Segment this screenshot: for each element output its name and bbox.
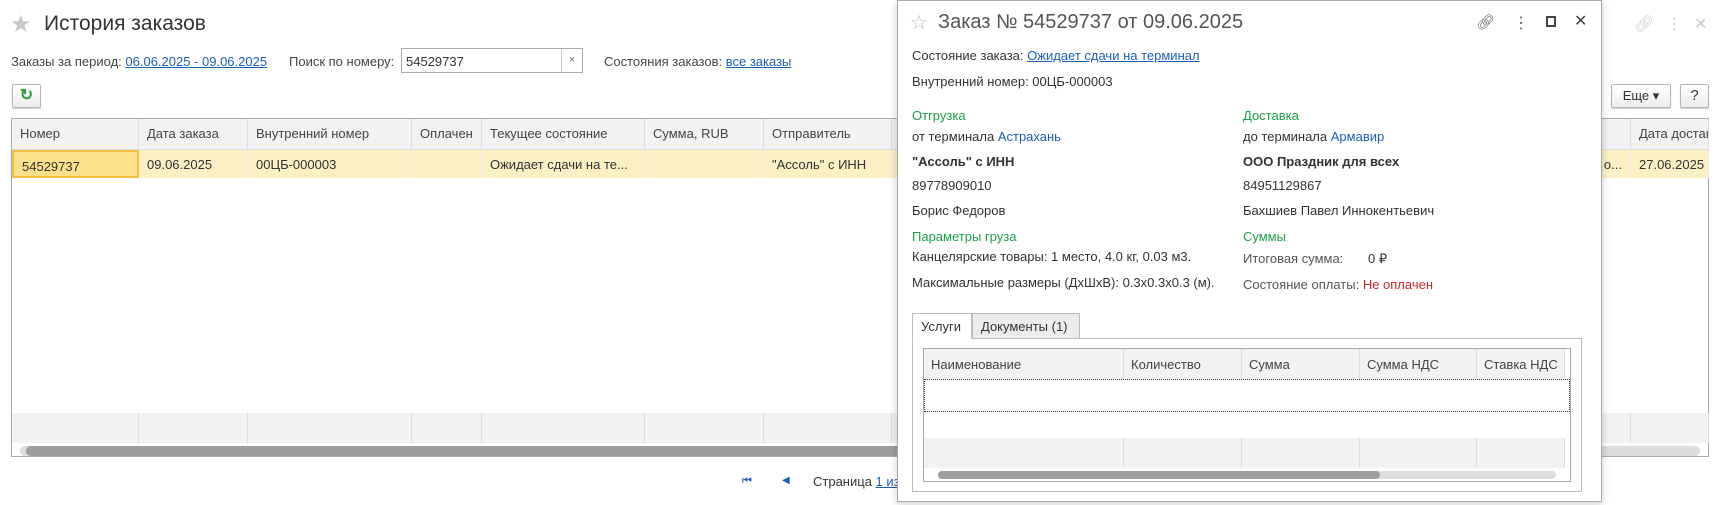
cell-state[interactable]: Ожидает сдачи на те... [482,150,645,178]
footer-cell [645,413,764,443]
column-header[interactable]: Сумма [1242,349,1360,379]
states-link[interactable]: все заказы [726,54,792,69]
cell-sum[interactable] [645,150,764,178]
services-table: Наименование Количество Сумма Сумма НДС … [923,348,1571,482]
tab-documents[interactable]: Документы (1) [972,313,1080,339]
delivery-city-link[interactable]: Армавир [1331,129,1384,144]
column-header[interactable]: Дата доставки [1631,119,1709,150]
order-state: Состояние заказа: Ожидает сдачи на терми… [912,48,1200,63]
first-page-icon[interactable]: ⏮ [742,475,752,488]
clear-icon[interactable]: × [561,49,582,72]
payment-state-value: Не оплачен [1362,277,1434,292]
period-link[interactable]: 06.06.2025 - 09.06.2025 [125,54,267,69]
footer-cell [1124,438,1242,468]
delivery-terminal: до терминала Армавир [1243,129,1385,144]
order-state-link[interactable]: Ожидает сдачи на терминал [1027,48,1199,63]
cell-date[interactable]: 09.06.2025 [139,150,248,178]
popup-title: Заказ № 54529737 от 09.06.2025 [938,11,1244,33]
cargo-heading: Параметры груза [912,229,1017,244]
more-button[interactable]: Еще ▾ [1611,84,1671,108]
cell-paid[interactable] [412,150,482,178]
footer-cell [12,413,139,443]
favorite-star-icon[interactable]: ★ [10,10,32,39]
column-header[interactable]: Отправитель [764,119,892,150]
tab-services[interactable]: Услуги [912,313,972,339]
order-popup: ☆ Заказ № 54529737 от 09.06.2025 🔗︎ ⋮ ✕ … [897,0,1602,502]
tab-panel: Наименование Количество Сумма Сумма НДС … [912,338,1582,492]
cell-number[interactable]: 54529737 [12,150,139,178]
empty-row[interactable] [924,379,1570,412]
column-header[interactable]: Ставка НДС [1477,349,1565,379]
cell-internal[interactable]: 00ЦБ-000003 [248,150,412,178]
column-header[interactable]: Дата заказа [139,119,248,150]
column-header[interactable]: Номер [12,119,139,150]
close-icon[interactable]: ✕ [1574,11,1587,31]
footer-cell [412,413,482,443]
favorite-star-icon[interactable]: ☆ [910,10,928,35]
maximize-icon[interactable] [1546,16,1556,27]
scrollbar-thumb[interactable] [938,471,1380,479]
close-icon[interactable]: ✕ [1694,14,1707,34]
pager: Страница 1 из [813,474,900,489]
shipment-heading: Отгрузка [912,108,966,123]
search-label: Поиск по номеру: [289,54,395,69]
sender-name: "Ассоль" с ИНН [912,154,1015,169]
more-vert-icon[interactable]: ⋮ [1513,13,1529,33]
column-header[interactable]: Количество [1124,349,1242,379]
column-header[interactable]: Наименование [924,349,1124,379]
cargo-dimensions: Максимальные размеры (ДхШхВ): 0.3x0.3x0.… [912,275,1215,290]
shipment-terminal: от терминала Астрахань [912,129,1061,144]
cell-sender[interactable]: "Ассоль" с ИНН [764,150,892,178]
page-link[interactable]: 1 из [876,474,900,489]
states-filter: Состояния заказов: все заказы [604,54,792,69]
footer-cell [924,438,1124,468]
payment-state: Состояние оплаты: Не оплачен [1243,277,1434,292]
prev-page-icon[interactable]: ◀ [782,475,790,486]
column-header[interactable]: Оплачен [412,119,482,150]
more-vert-icon[interactable]: ⋮ [1666,14,1682,34]
column-header[interactable]: Внутренний номер [248,119,412,150]
refresh-button[interactable]: ↻ [12,84,41,108]
shipment-city-link[interactable]: Астрахань [998,129,1061,144]
total-label: Итоговая сумма: [1243,251,1344,266]
link-icon[interactable]: 🔗︎ [1634,14,1654,34]
column-header[interactable]: Текущее состояние [482,119,645,150]
internal-number: Внутренний номер: 00ЦБ-000003 [912,74,1113,89]
help-button[interactable]: ? [1680,84,1709,108]
refresh-icon: ↻ [19,87,34,104]
receiver-name: ООО Праздник для всех [1243,154,1400,169]
cell-delivery-date[interactable]: 27.06.2025 [1631,150,1709,178]
footer-cell [482,413,645,443]
link-icon[interactable]: 🔗︎ [1476,13,1495,31]
receiver-phone: 84951129867 [1243,178,1322,193]
footer-cell [1360,438,1477,468]
column-header[interactable]: Сумма, RUB [645,119,764,150]
column-header[interactable]: Сумма НДС [1360,349,1477,379]
receiver-person: Бахшиев Павел Иннокентьевич [1243,203,1435,218]
footer-cell [1242,438,1360,468]
cargo-line: Канцелярские товары: 1 место, 4.0 кг, 0.… [912,249,1192,264]
sender-person: Борис Федоров [912,203,1006,218]
page-title: История заказов [44,12,206,35]
footer-cell [1477,438,1565,468]
total-value: 0 ₽ [1368,251,1388,266]
footer-cell [1631,413,1709,443]
footer-cell [248,413,412,443]
delivery-heading: Доставка [1243,108,1299,123]
footer-cell [764,413,892,443]
sums-heading: Суммы [1243,229,1286,244]
sender-phone: 89778909010 [912,178,992,193]
period-filter: Заказы за период: 06.06.2025 - 09.06.202… [11,54,268,69]
footer-cell [139,413,248,443]
search-input[interactable]: 54529737 × [401,48,583,73]
